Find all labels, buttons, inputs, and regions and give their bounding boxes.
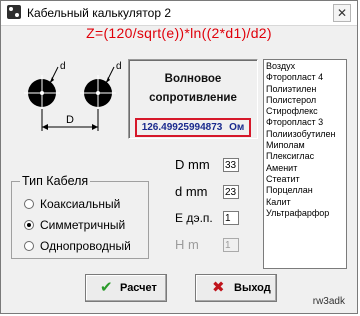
list-item[interactable]: Стеатит xyxy=(266,174,344,185)
list-item[interactable]: Фторопласт 3 xyxy=(266,117,344,128)
height-label: H m xyxy=(175,237,199,252)
app-window: Кабельный калькулятор 2 ✕ Z=(120/sqrt(e)… xyxy=(0,0,358,314)
impedance-panel: Волновое сопротивление 126.49925994873 О… xyxy=(128,59,258,139)
impedance-unit: Ом xyxy=(229,122,245,133)
list-item[interactable]: Полиизобутилен xyxy=(266,129,344,140)
list-item[interactable]: Фторопласт 4 xyxy=(266,72,344,83)
checkmark-icon: ✔ xyxy=(100,279,113,296)
cross-icon: ✖ xyxy=(212,279,225,296)
dielectric-list[interactable]: Воздух Фторопласт 4 Полиэтилен Полистеро… xyxy=(263,59,347,269)
impedance-number: 126.49925994873 xyxy=(141,122,223,133)
title-bar[interactable]: Кабельный калькулятор 2 ✕ xyxy=(1,1,357,26)
author-credit: rw3adk xyxy=(312,296,345,307)
window-title: Кабельный калькулятор 2 xyxy=(27,6,171,20)
diagram-d-label-left: d xyxy=(60,61,66,72)
formula-text: Z=(120/sqrt(e))*ln((2*d1)/d2) xyxy=(86,25,272,41)
height-input[interactable] xyxy=(223,238,239,252)
d-mm-input[interactable] xyxy=(223,185,239,199)
impedance-value: 126.49925994873 Ом xyxy=(135,118,251,137)
exit-button[interactable]: ✖ Выход xyxy=(195,274,277,302)
list-item[interactable]: Воздух xyxy=(266,61,344,72)
D-mm-input[interactable] xyxy=(223,158,239,172)
list-item[interactable]: Полиэтилен xyxy=(266,84,344,95)
cable-type-group: Тип Кабеля Коаксиальный Симметричный Одн… xyxy=(11,174,149,259)
list-item[interactable]: Калит xyxy=(266,197,344,208)
epsilon-input[interactable] xyxy=(223,211,239,225)
diagram-D-label: D xyxy=(66,114,74,126)
radio-coaxial-indicator[interactable] xyxy=(24,199,34,209)
close-icon: ✕ xyxy=(336,6,348,20)
list-item[interactable]: Ультрафарфор xyxy=(266,208,344,219)
radio-single-wire-indicator[interactable] xyxy=(24,241,34,251)
list-item[interactable]: Стирофлекс xyxy=(266,106,344,117)
d-mm-label: d mm xyxy=(175,184,208,199)
list-item[interactable]: Плексиглас xyxy=(266,151,344,162)
close-button[interactable]: ✕ xyxy=(333,4,351,22)
impedance-title: Волновое сопротивление xyxy=(149,73,237,104)
radio-symmetric-indicator[interactable] xyxy=(24,220,34,230)
cable-type-legend: Тип Кабеля xyxy=(20,174,91,188)
epsilon-label: E дэ.п. xyxy=(175,211,213,225)
list-item[interactable]: Миполам xyxy=(266,140,344,151)
list-item[interactable]: Порцеллан xyxy=(266,185,344,196)
list-item[interactable]: Аменит xyxy=(266,163,344,174)
list-item[interactable]: Полистерол xyxy=(266,95,344,106)
cable-app-icon xyxy=(7,5,21,19)
D-mm-label: D mm xyxy=(175,157,210,172)
calculate-button[interactable]: ✔ Расчет xyxy=(85,274,167,302)
cable-diagram: d d D xyxy=(24,61,122,131)
diagram-d-label-right: d xyxy=(116,61,122,72)
